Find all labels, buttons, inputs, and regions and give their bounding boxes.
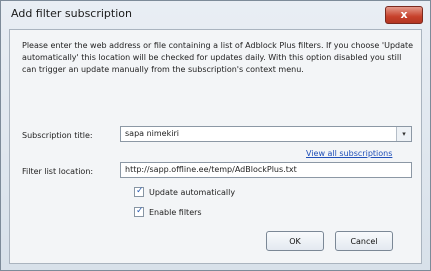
enable-filters-label: Enable filters xyxy=(149,207,202,217)
dropdown-arrow-icon[interactable]: ▾ xyxy=(396,127,411,141)
filter-list-location-label: Filter list location: xyxy=(22,167,94,176)
view-all-subscriptions-link[interactable]: View all subscriptions xyxy=(306,149,392,158)
close-button[interactable]: x xyxy=(385,6,423,24)
dialog-content: Please enter the web address or file con… xyxy=(9,29,422,264)
subscription-title-value: sapa nimekiri xyxy=(125,129,179,138)
window-title: Add filter subscription xyxy=(11,7,132,20)
filter-list-location-value: http://sapp.offline.ee/temp/AdBlockPlus.… xyxy=(125,165,297,174)
update-automatically-label: Update automatically xyxy=(149,187,236,197)
enable-filters-option[interactable]: Enable filters xyxy=(134,206,202,217)
subscription-title-label: Subscription title: xyxy=(22,131,93,140)
update-automatically-option[interactable]: Update automatically xyxy=(134,186,236,197)
subscription-title-combobox[interactable]: sapa nimekiri ▾ xyxy=(120,126,412,142)
cancel-button[interactable]: Cancel xyxy=(335,231,393,251)
enable-filters-checkbox[interactable] xyxy=(134,206,144,217)
description-text: Please enter the web address or file con… xyxy=(22,41,414,74)
update-automatically-checkbox[interactable] xyxy=(134,186,144,197)
filter-list-location-input[interactable]: http://sapp.offline.ee/temp/AdBlockPlus.… xyxy=(120,162,412,178)
title-bar: Add filter subscription x xyxy=(1,1,430,27)
dialog-window: Add filter subscription x Please enter t… xyxy=(0,0,431,271)
ok-button[interactable]: OK xyxy=(266,231,324,251)
